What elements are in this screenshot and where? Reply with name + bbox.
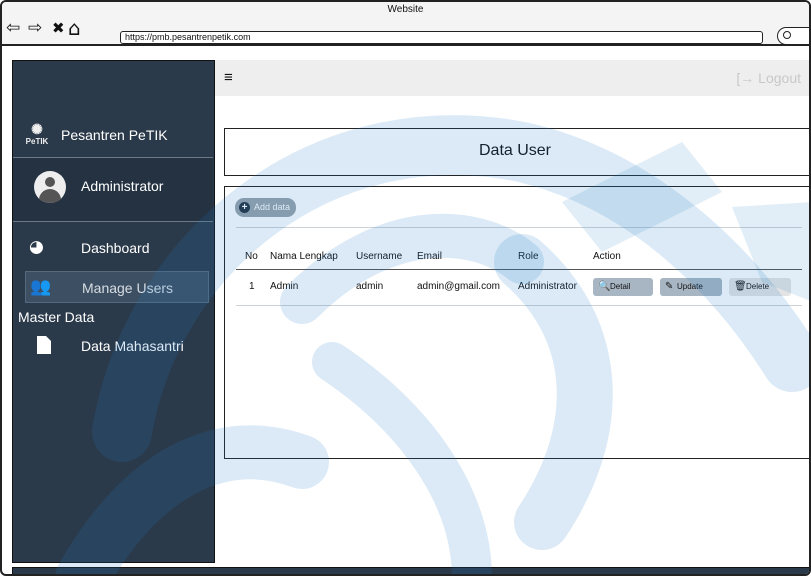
- logout-icon: [→: [736, 70, 755, 86]
- section-title: Master Data: [18, 309, 95, 325]
- delete-button[interactable]: 🗑 Delete: [729, 278, 791, 296]
- sidebar-item-data-mahasantri[interactable]: Data Mahasantri: [25, 330, 209, 362]
- browser-search-icon[interactable]: [777, 27, 809, 45]
- brand-name: Pesantren PeTIK: [61, 127, 168, 143]
- page-title: Data User: [478, 142, 552, 159]
- logout-button[interactable]: [→ Logout: [736, 70, 801, 86]
- avatar: [34, 171, 66, 203]
- cell-email: admin@gmail.com: [417, 281, 500, 292]
- app-window: Website ⇦ ⇨ ✖ ⌂ https://pmb.pesantrenpet…: [0, 0, 811, 576]
- add-data-label: Add data: [254, 202, 291, 212]
- top-bar: ≡ [→ Logout: [215, 60, 809, 96]
- sidebar-item-label: Dashboard: [81, 240, 150, 256]
- title-panel: Data User: [224, 128, 809, 176]
- sidebar-item-label: Manage Users: [82, 280, 174, 296]
- forward-arrow-icon[interactable]: ⇨: [28, 19, 42, 37]
- divider: [236, 227, 802, 228]
- sidebar: ✺ PeTIK Pesantren PeTIK Administrator ◕ …: [12, 60, 215, 563]
- window-title: Website: [387, 4, 424, 15]
- cell-role: Administrator: [518, 281, 577, 292]
- user-panel: Administrator: [13, 158, 213, 221]
- divider: [13, 221, 213, 222]
- user-name: Administrator: [81, 178, 164, 194]
- update-button[interactable]: ✎ Update: [660, 278, 722, 296]
- divider: [236, 305, 802, 306]
- sidebar-item-dashboard[interactable]: ◕ Dashboard: [25, 232, 209, 264]
- menu-icon[interactable]: ≡: [224, 69, 233, 86]
- petik-logo-icon: ✺ PeTIK: [25, 121, 49, 146]
- table-header-divider: [236, 269, 802, 270]
- sidebar-item-manage-users[interactable]: 👥 Manage Users: [25, 271, 209, 303]
- trash-icon: 🗑: [734, 281, 747, 292]
- users-icon: 👥: [30, 277, 52, 297]
- cell-username: admin: [356, 281, 384, 292]
- column-header-action: Action: [593, 251, 621, 262]
- brand[interactable]: ✺ PeTIK Pesantren PeTIK: [23, 121, 203, 151]
- document-icon: [37, 336, 51, 354]
- column-header-role: Role: [518, 251, 539, 262]
- detail-button[interactable]: 🔍 Detail: [593, 278, 653, 296]
- column-header-username: Username: [356, 251, 403, 262]
- home-icon[interactable]: ⌂: [68, 18, 81, 38]
- close-icon[interactable]: ✖: [52, 19, 65, 37]
- pencil-icon: ✎: [665, 281, 674, 292]
- sidebar-item-label: Data Mahasantri: [81, 338, 184, 354]
- cell-name: Admin: [270, 281, 299, 292]
- add-data-button[interactable]: + Add data: [235, 198, 297, 217]
- cell-no: 1: [249, 281, 255, 292]
- user-table-panel: + Add data No Nama Lengkap Username Emai…: [224, 186, 809, 459]
- browser-toolbar: Website ⇦ ⇨ ✖ ⌂ https://pmb.pesantrenpet…: [2, 2, 809, 46]
- column-header-email: Email: [417, 251, 443, 262]
- dashboard-icon: ◕: [29, 237, 44, 257]
- search-icon: 🔍: [598, 281, 611, 292]
- column-header-nama-lengkap: Nama Lengkap: [270, 251, 338, 262]
- logout-label: Logout: [758, 70, 801, 86]
- plus-icon: +: [239, 202, 250, 213]
- column-header-no: No: [245, 251, 258, 262]
- address-bar[interactable]: https://pmb.pesantrenpetik.com: [120, 31, 763, 44]
- back-arrow-icon[interactable]: ⇦: [6, 19, 20, 37]
- footer: [12, 567, 809, 574]
